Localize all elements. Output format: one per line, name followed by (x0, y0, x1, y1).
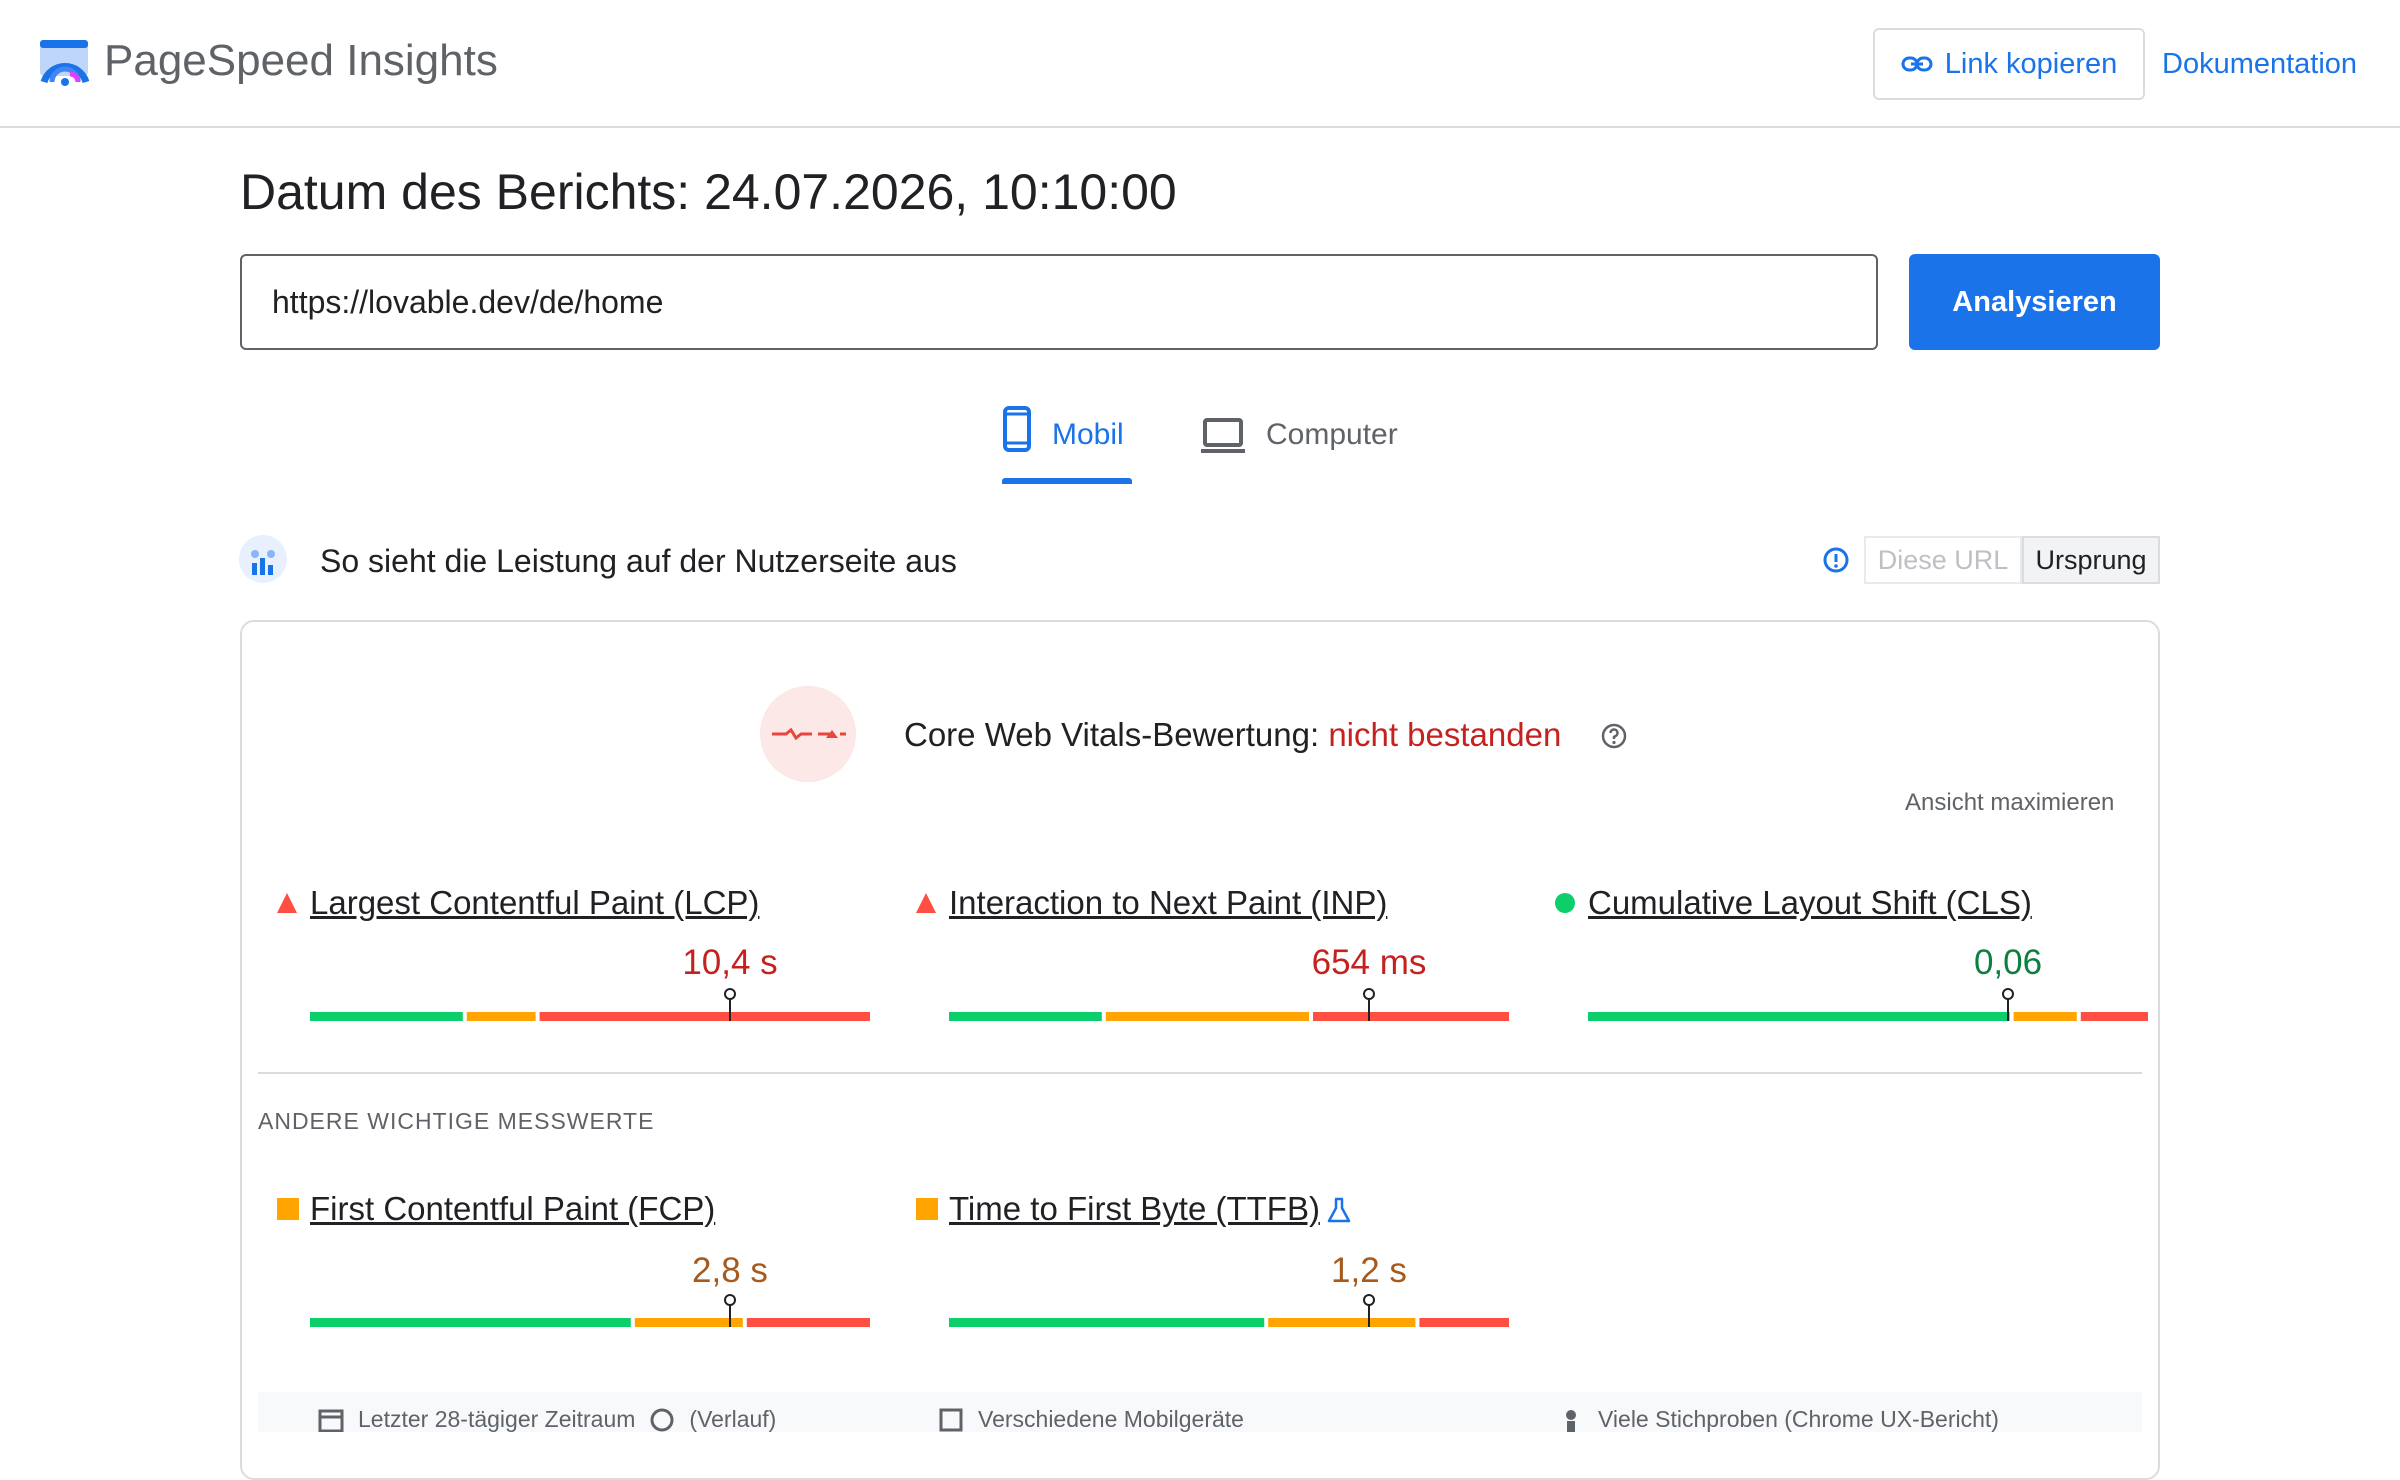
distribution-segment-needs-improvement (1268, 1318, 1416, 1327)
distribution-segment-poor (1313, 1012, 1509, 1021)
link-icon (1901, 56, 1933, 72)
percentile-marker (2002, 988, 2014, 1000)
distribution-segment-needs-improvement (2013, 1012, 2077, 1021)
distribution-segment-good (1588, 1012, 2010, 1021)
percentile-marker (1363, 1294, 1375, 1306)
percentile-marker (724, 988, 736, 1000)
pagespeed-logo-icon[interactable] (38, 36, 92, 90)
device-type-label: Verschiedene Mobilgeräte (978, 1406, 1244, 1432)
documentation-link[interactable]: Dokumentation (2162, 44, 2357, 84)
distribution-segment-needs-improvement (1105, 1012, 1309, 1021)
sample-source-label: Viele Stichproben (Chrome UX-Bericht) (1598, 1406, 1999, 1432)
distribution-segment-good (310, 1318, 631, 1327)
cwv-failed-icon (760, 686, 856, 782)
toggle-this-url[interactable]: Diese URL (1864, 536, 2022, 584)
person-icon (1566, 1409, 1576, 1432)
metric-lcp-value: 10,4 s (682, 943, 778, 982)
sample-source: Viele Stichproben (Chrome UX-Bericht) (1558, 1406, 1999, 1432)
cwv-assessment-status: nicht bestanden (1328, 716, 1562, 753)
collection-period: Letzter 28-tägiger Zeitraum (Verlauf) (318, 1406, 776, 1432)
metric-fcp-value: 2,8 s (692, 1251, 768, 1290)
copy-link-label: Link kopieren (1944, 47, 2118, 80)
distribution-segment-good (949, 1318, 1265, 1327)
calendar-icon (318, 1409, 344, 1432)
tab-desktop[interactable]: Computer (1200, 405, 1398, 485)
metric-lcp-distribution-bar (310, 988, 870, 1021)
good-circle-icon (1555, 893, 1575, 913)
distribution-segment-needs-improvement (466, 1012, 536, 1021)
toggle-origin[interactable]: Ursprung (2022, 536, 2160, 584)
metric-inp-value: 654 ms (1311, 943, 1427, 982)
other-metrics-heading: ANDERE WICHTIGE MESSWERTE (258, 1108, 655, 1134)
data-source-strip: Letzter 28-tägiger Zeitraum (Verlauf) Ve… (258, 1392, 2142, 1432)
distribution-segment-poor (1419, 1318, 1509, 1327)
tab-desktop-label: Computer (1266, 418, 1398, 451)
metric-cls-value: 0,06 (1973, 943, 2043, 982)
distribution-segment-needs-improvement (634, 1318, 743, 1327)
metric-fcp-name[interactable]: First Contentful Paint (FCP) (310, 1188, 715, 1230)
report-date: Datum des Berichts: 24.07.2026, 10:10:00 (240, 164, 1177, 220)
section-divider (258, 1072, 2142, 1074)
laptop-icon (1201, 418, 1245, 453)
average-square-icon (277, 1198, 299, 1220)
copy-link-button[interactable]: Link kopieren (1873, 28, 2145, 100)
metric-cls-distribution-bar (1588, 988, 2148, 1021)
top-app-bar: PageSpeed Insights Link kopieren Dokumen… (0, 0, 2400, 128)
metric-lcp-name[interactable]: Largest Contentful Paint (LCP) (310, 882, 759, 924)
metric-fcp-distribution-bar (310, 1294, 870, 1327)
percentile-marker (1363, 988, 1375, 1000)
expand-view-link[interactable]: Ansicht maximieren (1905, 787, 2114, 819)
distribution-segment-poor (539, 1012, 870, 1021)
metric-ttfb-value: 1,2 s (1331, 1251, 1407, 1290)
field-data-title: So sieht die Leistung auf der Nutzerseit… (320, 543, 957, 579)
device-type: Verschiedene Mobilgeräte (938, 1406, 1244, 1432)
brand-title[interactable]: PageSpeed Insights (104, 34, 498, 88)
cwv-assessment-prefix: Core Web Vitals-Bewertung: (904, 716, 1329, 753)
tab-selected-indicator (1002, 478, 1132, 484)
metric-ttfb-name[interactable]: Time to First Byte (TTFB) (949, 1188, 1320, 1230)
tab-mobile[interactable]: Mobil (1002, 405, 1124, 485)
average-square-icon (916, 1198, 938, 1220)
tab-mobile-label: Mobil (1052, 418, 1124, 451)
metric-inp-name[interactable]: Interaction to Next Paint (INP) (949, 882, 1387, 924)
metric-inp-distribution-bar (949, 988, 1509, 1021)
distribution-segment-poor (746, 1318, 870, 1327)
history-link[interactable]: (Verlauf) (689, 1406, 776, 1432)
percentile-marker (724, 1294, 736, 1306)
experimental-flask-icon[interactable] (1326, 1196, 1352, 1224)
cwv-assessment: Core Web Vitals-Bewertung: nicht bestand… (904, 714, 1561, 756)
distribution-segment-poor (2080, 1012, 2148, 1021)
history-icon (650, 1408, 674, 1431)
url-input[interactable] (240, 254, 1878, 350)
poor-triangle-icon (277, 893, 297, 913)
help-icon[interactable] (1600, 722, 1628, 750)
distribution-segment-good (310, 1012, 463, 1021)
poor-triangle-icon (916, 893, 936, 913)
info-icon[interactable] (1822, 546, 1850, 574)
distribution-segment-good (949, 1012, 1102, 1021)
analyze-button[interactable]: Analysieren (1909, 254, 2160, 350)
smartphone-icon (1003, 406, 1031, 452)
collection-period-label: Letzter 28-tägiger Zeitraum (358, 1406, 636, 1432)
metric-ttfb-distribution-bar (949, 1294, 1509, 1327)
devices-icon (939, 1408, 963, 1431)
users-chart-icon (239, 535, 287, 583)
metric-cls-name[interactable]: Cumulative Layout Shift (CLS) (1588, 882, 2032, 924)
